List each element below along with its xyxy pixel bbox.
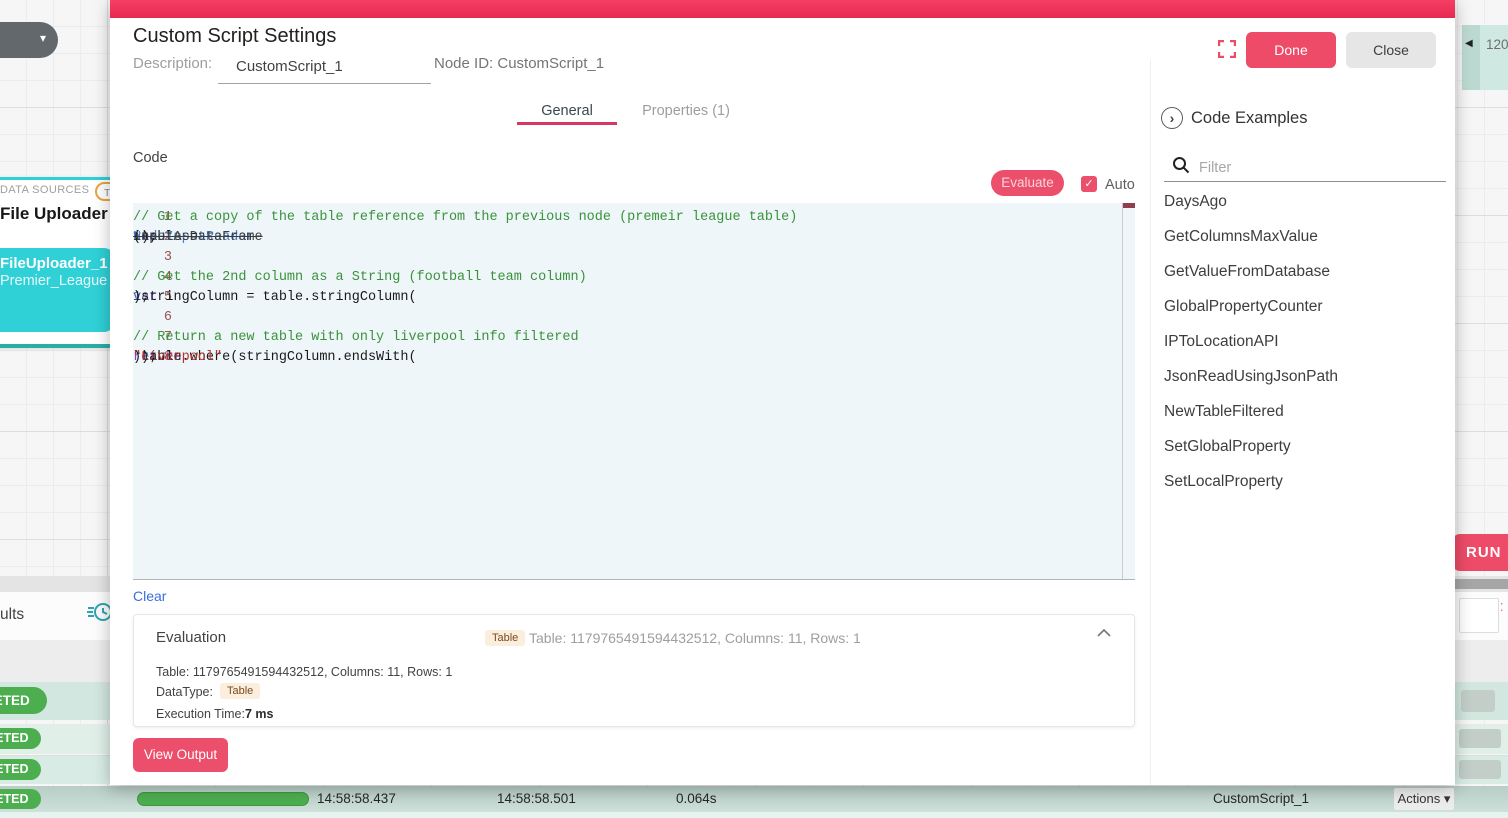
file-uploader-node[interactable]: FileUploader_1 Premier_League bbox=[0, 248, 114, 332]
description-label: Description: bbox=[133, 55, 212, 72]
result-row-selected[interactable]: COMPLETED 14:58:58.437 14:58:58.501 0.06… bbox=[0, 786, 1508, 812]
code-line: 3 bbox=[133, 248, 1135, 268]
node-name: FileUploader_1 bbox=[0, 255, 108, 272]
evaluation-table-info: Table: 1179765491594432512, Columns: 11,… bbox=[156, 665, 452, 679]
node-subtitle: Premier_League bbox=[0, 273, 107, 289]
code-example-item[interactable]: GlobalPropertyCounter bbox=[1164, 289, 1446, 324]
node-category-label: DATA SOURCES bbox=[0, 184, 89, 196]
execution-time-label: Execution Time: bbox=[156, 707, 245, 721]
chevron-down-icon: ▾ bbox=[1444, 791, 1451, 806]
code-editor-lines: 1// Get a copy of the table reference fr… bbox=[133, 208, 1135, 368]
code-line: 2var table = NodeInputReader.inputAsData… bbox=[133, 228, 1135, 248]
code-example-item[interactable]: GetValueFromDatabase bbox=[1164, 254, 1446, 289]
collapse-panel-icon[interactable]: › bbox=[1161, 107, 1183, 129]
code-token: // Get the 2nd column as a String (footb… bbox=[133, 268, 587, 288]
code-token: stringColumn = table.stringColumn( bbox=[133, 288, 417, 308]
code-line: 6 bbox=[133, 308, 1135, 328]
row-action-fragment[interactable] bbox=[1459, 729, 1501, 748]
run-button[interactable]: RUN bbox=[1452, 534, 1508, 571]
result-row bbox=[0, 812, 1508, 818]
code-line: 4// Get the 2nd column as a String (foot… bbox=[133, 268, 1135, 288]
start-time: 14:58:58.437 bbox=[317, 791, 396, 806]
description-input[interactable] bbox=[218, 50, 431, 84]
code-example-item[interactable]: JsonReadUsingJsonPath bbox=[1164, 359, 1446, 394]
modal-title: Custom Script Settings bbox=[133, 25, 336, 48]
chevron-left-icon[interactable]: ◀ bbox=[1465, 38, 1473, 49]
view-output-button[interactable]: View Output bbox=[133, 738, 228, 772]
results-filter-input[interactable] bbox=[1459, 598, 1499, 633]
row-node-id: CustomScript_1 bbox=[1213, 791, 1309, 806]
code-token: // Return a new table with only liverpoo… bbox=[133, 328, 579, 348]
done-button[interactable]: Done bbox=[1246, 32, 1336, 68]
code-example-item[interactable]: GetColumnsMaxValue bbox=[1164, 219, 1446, 254]
editor-selection-marker bbox=[1123, 203, 1135, 208]
panel-edge bbox=[1462, 25, 1480, 90]
evaluate-button[interactable]: Evaluate bbox=[991, 170, 1064, 196]
chevron-right-icon: › bbox=[1170, 110, 1175, 126]
chevron-down-icon: ▾ bbox=[40, 31, 46, 45]
code-example-item[interactable]: SetGlobalProperty bbox=[1164, 429, 1446, 464]
duration: 0.064s bbox=[676, 791, 717, 806]
status-badge: COMPLETED bbox=[0, 687, 47, 714]
auto-checkbox-label: Auto bbox=[1105, 177, 1135, 193]
code-token: )); bbox=[133, 348, 157, 368]
results-panel-title: ults bbox=[0, 606, 24, 624]
datatype-badge: Table bbox=[220, 683, 260, 699]
canvas-dropdown-button[interactable]: ▾ bbox=[0, 22, 58, 58]
fullscreen-icon[interactable] bbox=[1218, 40, 1236, 58]
code-token: ); bbox=[133, 288, 149, 308]
panel-value: 120 bbox=[1486, 37, 1508, 52]
filter-input[interactable] bbox=[1197, 154, 1447, 182]
auto-checkbox[interactable]: ✓ bbox=[1081, 176, 1097, 192]
code-line: 7// Return a new table with only liverpo… bbox=[133, 328, 1135, 348]
status-badge: COMPLETED bbox=[0, 728, 41, 749]
code-line: 8return table.where(stringColumn.endsWit… bbox=[133, 348, 1135, 368]
status-badge: COMPLETED bbox=[0, 789, 41, 809]
code-token: (); bbox=[133, 228, 157, 248]
minimized-table-panel[interactable]: ◀ 120 bbox=[1462, 25, 1508, 90]
code-example-item[interactable]: DaysAgo bbox=[1164, 184, 1446, 219]
datatype-label: DataType: bbox=[156, 685, 213, 699]
collapse-chevron-icon[interactable] bbox=[1097, 629, 1111, 637]
sidebar-divider bbox=[1150, 60, 1151, 785]
code-line: 1// Get a copy of the table reference fr… bbox=[133, 208, 1135, 228]
check-icon: ✓ bbox=[1084, 178, 1093, 190]
close-button[interactable]: Close bbox=[1346, 32, 1436, 68]
execution-time-value: 7 ms bbox=[245, 707, 274, 721]
line-number: 6 bbox=[133, 308, 199, 328]
table-type-badge: Table bbox=[485, 630, 525, 646]
code-example-item[interactable]: IPToLocationAPI bbox=[1164, 324, 1446, 359]
evaluation-panel: Evaluation Table Table: 1179765491594432… bbox=[133, 614, 1135, 727]
tab-properties[interactable]: Properties (1) bbox=[626, 98, 746, 124]
line-number: 3 bbox=[133, 248, 199, 268]
row-action-fragment[interactable] bbox=[1461, 690, 1495, 712]
node-id-label: Node ID: CustomScript_1 bbox=[434, 55, 604, 72]
evaluation-summary: Table: 1179765491594432512, Columns: 11,… bbox=[529, 630, 861, 646]
status-badge: COMPLETED bbox=[0, 759, 41, 780]
code-examples-title: Code Examples bbox=[1191, 109, 1307, 128]
node-type-title: File Uploader bbox=[0, 204, 108, 224]
code-line: 5var stringColumn = table.stringColumn(1… bbox=[133, 288, 1135, 308]
clear-link[interactable]: Clear bbox=[133, 588, 166, 604]
custom-script-settings-modal: Custom Script Settings Description: Node… bbox=[110, 0, 1455, 785]
active-tab-indicator bbox=[517, 122, 617, 125]
search-icon bbox=[1172, 156, 1190, 174]
modal-accent-bar bbox=[110, 0, 1455, 18]
end-time: 14:58:58.501 bbox=[497, 791, 576, 806]
tab-general[interactable]: General bbox=[517, 98, 617, 124]
code-section-label: Code bbox=[133, 150, 168, 166]
progress-bar bbox=[137, 792, 309, 806]
editor-scrollbar-gutter[interactable] bbox=[1122, 203, 1123, 580]
code-example-item[interactable]: NewTableFiltered bbox=[1164, 394, 1446, 429]
code-token: // Get a copy of the table reference fro… bbox=[133, 208, 797, 228]
code-editor[interactable]: 1// Get a copy of the table reference fr… bbox=[133, 203, 1135, 580]
code-examples-list: DaysAgoGetColumnsMaxValueGetValueFromDat… bbox=[1164, 184, 1446, 499]
actions-dropdown[interactable]: Actions ▾ bbox=[1394, 788, 1454, 810]
row-action-fragment[interactable] bbox=[1459, 760, 1501, 779]
filter-underline bbox=[1164, 181, 1446, 182]
required-marker-icon: ⁚ bbox=[1500, 604, 1504, 613]
evaluation-title: Evaluation bbox=[156, 629, 226, 646]
code-example-item[interactable]: SetLocalProperty bbox=[1164, 464, 1446, 499]
